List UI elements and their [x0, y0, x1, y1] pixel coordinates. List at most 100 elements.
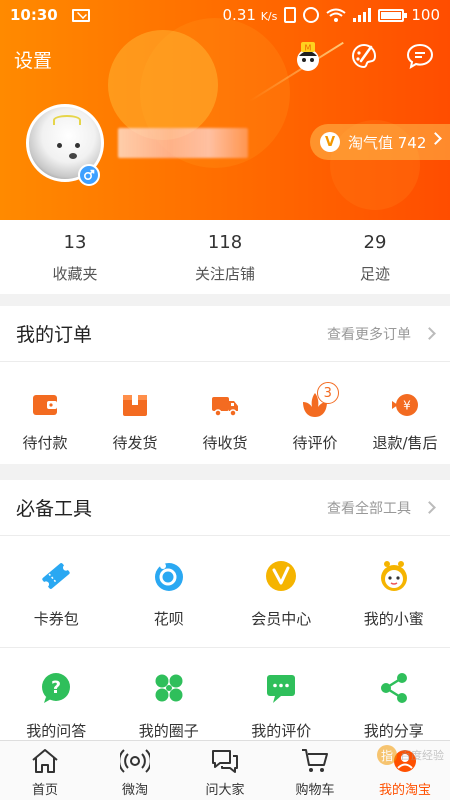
tool-label: 卡券包 — [33, 610, 79, 628]
tool-assistant[interactable]: 我的小蜜 — [338, 536, 450, 647]
tool-label: 我的评价 — [251, 722, 312, 740]
stat-footprints[interactable]: 29 足迹 — [300, 220, 450, 294]
mascot-icon: M — [297, 42, 319, 71]
order-pending-shipment[interactable]: 待发货 — [90, 362, 180, 464]
wallet-icon — [33, 395, 57, 415]
tab-ask-everyone[interactable]: 问大家 — [180, 741, 270, 800]
header-actions: M — [292, 40, 436, 72]
tab-weitao[interactable]: 微淘 — [90, 741, 180, 800]
stat-label: 足迹 — [359, 265, 390, 283]
view-all-tools-label: 查看全部工具 — [327, 500, 411, 517]
status-time: 10:30 — [10, 6, 58, 24]
circle-icon — [155, 674, 183, 702]
wifi-icon — [326, 8, 346, 22]
taoqi-value-button[interactable]: V 淘气值 742 — [310, 124, 450, 160]
tab-label: 购物车 — [295, 783, 335, 798]
review-count-badge: 3 — [316, 382, 339, 404]
order-label: 退款/售后 — [372, 434, 438, 452]
header-glow-inner — [108, 30, 218, 140]
stat-count: 29 — [363, 232, 387, 253]
order-label: 待付款 — [22, 434, 68, 452]
chevron-right-icon — [423, 327, 436, 340]
vip-badge-icon: V — [320, 132, 340, 152]
stat-count: 13 — [63, 232, 87, 253]
tool-coupon-wallet[interactable]: 卡券包 — [0, 536, 113, 647]
watermark-text: 百度经验 — [400, 749, 444, 762]
bottom-tab-bar: 首页 微淘 问大家 购物车 我的淘宝 指 百度经验 — [0, 740, 450, 800]
status-bar: 10:30 0.31 K/s 100 — [0, 0, 450, 30]
message-button[interactable] — [404, 40, 436, 72]
orders-section: 我的订单 查看更多订单 待付款 待发货 待收货 3 待评价 ¥ 退款/售后 — [0, 306, 450, 464]
stat-followed-shops[interactable]: 118 关注店铺 — [150, 220, 300, 294]
order-pending-payment[interactable]: 待付款 — [0, 362, 90, 464]
tab-label: 微淘 — [121, 783, 148, 798]
tab-my-taobao[interactable]: 我的淘宝 指 百度经验 — [360, 741, 450, 800]
section-title: 必备工具 — [16, 498, 93, 520]
refund-icon: ¥ — [392, 394, 418, 416]
mascot-button[interactable]: M — [292, 40, 324, 72]
tools-row: 卡券包 花呗 会员中心 我的小蜜 — [0, 536, 450, 648]
battery-icon — [378, 8, 408, 22]
stat-count: 118 — [207, 232, 243, 253]
network-speed: 0.31 K/s — [223, 6, 278, 24]
taobao-profile-page: 10:30 0.31 K/s 100 设置 M V 淘气值 742 13 收藏夹… — [0, 0, 450, 800]
orders-header[interactable]: 我的订单 查看更多订单 — [0, 306, 450, 362]
network-speed-value: 0.31 — [222, 6, 256, 24]
avatar-crown-icon — [53, 115, 81, 125]
signal-icon — [353, 8, 372, 22]
tool-my-circles[interactable]: 我的圈子 — [113, 648, 226, 740]
truck-icon — [212, 397, 238, 417]
avatar-eye — [57, 143, 62, 148]
tab-cart[interactable]: 购物车 — [270, 741, 360, 800]
avatar-eye — [75, 143, 80, 148]
order-pending-review[interactable]: 3 待评价 — [270, 362, 360, 464]
tool-label: 花呗 — [153, 610, 184, 628]
tool-huabei[interactable]: 花呗 — [113, 536, 226, 647]
svg-text:?: ? — [51, 678, 61, 698]
tab-home[interactable]: 首页 — [0, 741, 90, 800]
taoqi-value-label: 淘气值 742 — [348, 133, 427, 152]
tool-my-qa[interactable]: ? 我的问答 — [0, 648, 113, 740]
tools-header[interactable]: 必备工具 查看全部工具 — [0, 480, 450, 536]
share-icon — [380, 673, 407, 703]
cart-icon — [302, 749, 328, 772]
tool-label: 会员中心 — [251, 610, 312, 628]
tool-label: 我的分享 — [363, 722, 424, 740]
tool-label: 我的问答 — [26, 722, 87, 740]
question-icon: ? — [42, 673, 71, 703]
watermark-badge: 指 — [377, 745, 397, 765]
skin-button[interactable] — [348, 40, 380, 72]
tool-my-shares[interactable]: 我的分享 — [338, 648, 450, 740]
stat-favorites[interactable]: 13 收藏夹 — [0, 220, 150, 294]
order-refund-aftersale[interactable]: ¥ 退款/售后 — [360, 362, 450, 464]
tab-label: 问大家 — [205, 783, 245, 798]
tool-my-reviews[interactable]: 我的评价 — [225, 648, 338, 740]
view-all-orders-link[interactable]: 查看更多订单 — [327, 324, 436, 344]
chevron-right-icon — [423, 501, 436, 514]
male-gender-icon — [78, 164, 100, 186]
status-indicators: 0.31 K/s 100 — [223, 6, 440, 24]
tools-section: 必备工具 查看全部工具 卡券包 花呗 会员中心 我的小蜜 ? 我的问答 我的圈子… — [0, 480, 450, 740]
settings-button[interactable]: 设置 — [14, 46, 52, 73]
assistant-icon — [380, 561, 407, 591]
package-icon — [123, 395, 147, 416]
palette-icon — [352, 43, 377, 69]
tools-row: ? 我的问答 我的圈子 我的评价 我的分享 — [0, 648, 450, 740]
mail-notification-icon — [71, 8, 90, 22]
profile-header: 10:30 0.31 K/s 100 设置 M V 淘气值 742 — [0, 0, 450, 220]
order-label: 待评价 — [292, 434, 338, 452]
stat-label: 关注店铺 — [194, 265, 255, 283]
huabei-icon — [154, 563, 183, 591]
order-pending-receipt[interactable]: 待收货 — [180, 362, 270, 464]
coupon-icon — [42, 563, 70, 589]
avatar-nose — [69, 153, 77, 159]
view-all-tools-link[interactable]: 查看全部工具 — [327, 498, 436, 518]
order-status-row: 待付款 待发货 待收货 3 待评价 ¥ 退款/售后 — [0, 362, 450, 464]
tool-member-center[interactable]: 会员中心 — [225, 536, 338, 647]
battery-level: 100 — [411, 6, 440, 24]
network-speed-unit: K/s — [260, 10, 278, 23]
stats-bar: 13 收藏夹 118 关注店铺 29 足迹 — [0, 220, 450, 294]
tab-label: 首页 — [31, 783, 58, 798]
tab-label: 我的淘宝 — [378, 783, 431, 798]
home-icon — [32, 749, 58, 773]
